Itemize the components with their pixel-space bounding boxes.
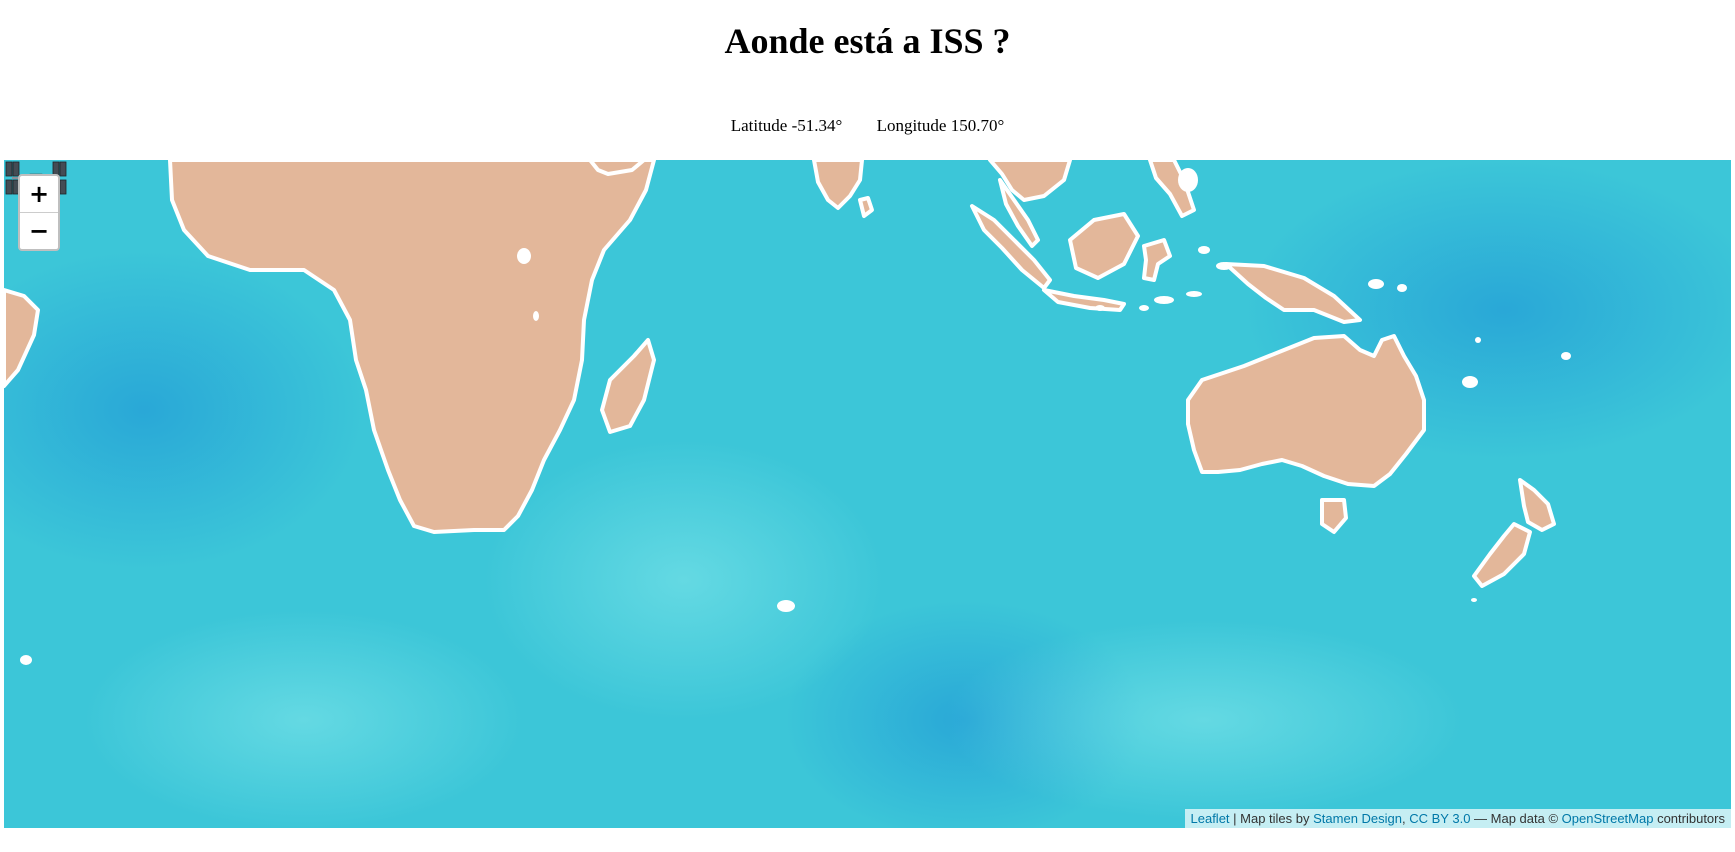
sri-lanka-landmass <box>858 196 874 218</box>
zoom-in-button[interactable]: + <box>20 176 58 212</box>
license-link[interactable]: CC BY 3.0 <box>1409 811 1470 826</box>
longitude-value: 150.70° <box>950 116 1005 135</box>
zoom-control: + − <box>18 174 60 251</box>
longitude-label: Longitude <box>876 116 947 135</box>
leaflet-link[interactable]: Leaflet <box>1191 811 1230 826</box>
map-tiles <box>4 160 1731 828</box>
attribution-text: contributors <box>1653 811 1725 826</box>
map-container[interactable]: + − Leaflet | Map tiles by Stamen Design… <box>4 160 1731 828</box>
latitude-value: -51.34° <box>791 116 843 135</box>
attribution-text: | Map tiles by <box>1229 811 1314 826</box>
latitude-label: Latitude <box>730 116 788 135</box>
coordinates-readout: Latitude -51.34° Longitude 150.70° <box>0 116 1735 136</box>
longitude-readout: Longitude 150.70° <box>877 116 1005 135</box>
osm-link[interactable]: OpenStreetMap <box>1562 811 1654 826</box>
page-title: Aonde está a ISS ? <box>724 21 1011 61</box>
latitude-readout: Latitude -51.34° <box>731 116 847 135</box>
stamen-link[interactable]: Stamen Design <box>1313 811 1402 826</box>
zoom-out-button[interactable]: − <box>20 212 58 249</box>
attribution-text: — Map data © <box>1470 811 1562 826</box>
map-attribution: Leaflet | Map tiles by Stamen Design, CC… <box>1184 809 1731 828</box>
